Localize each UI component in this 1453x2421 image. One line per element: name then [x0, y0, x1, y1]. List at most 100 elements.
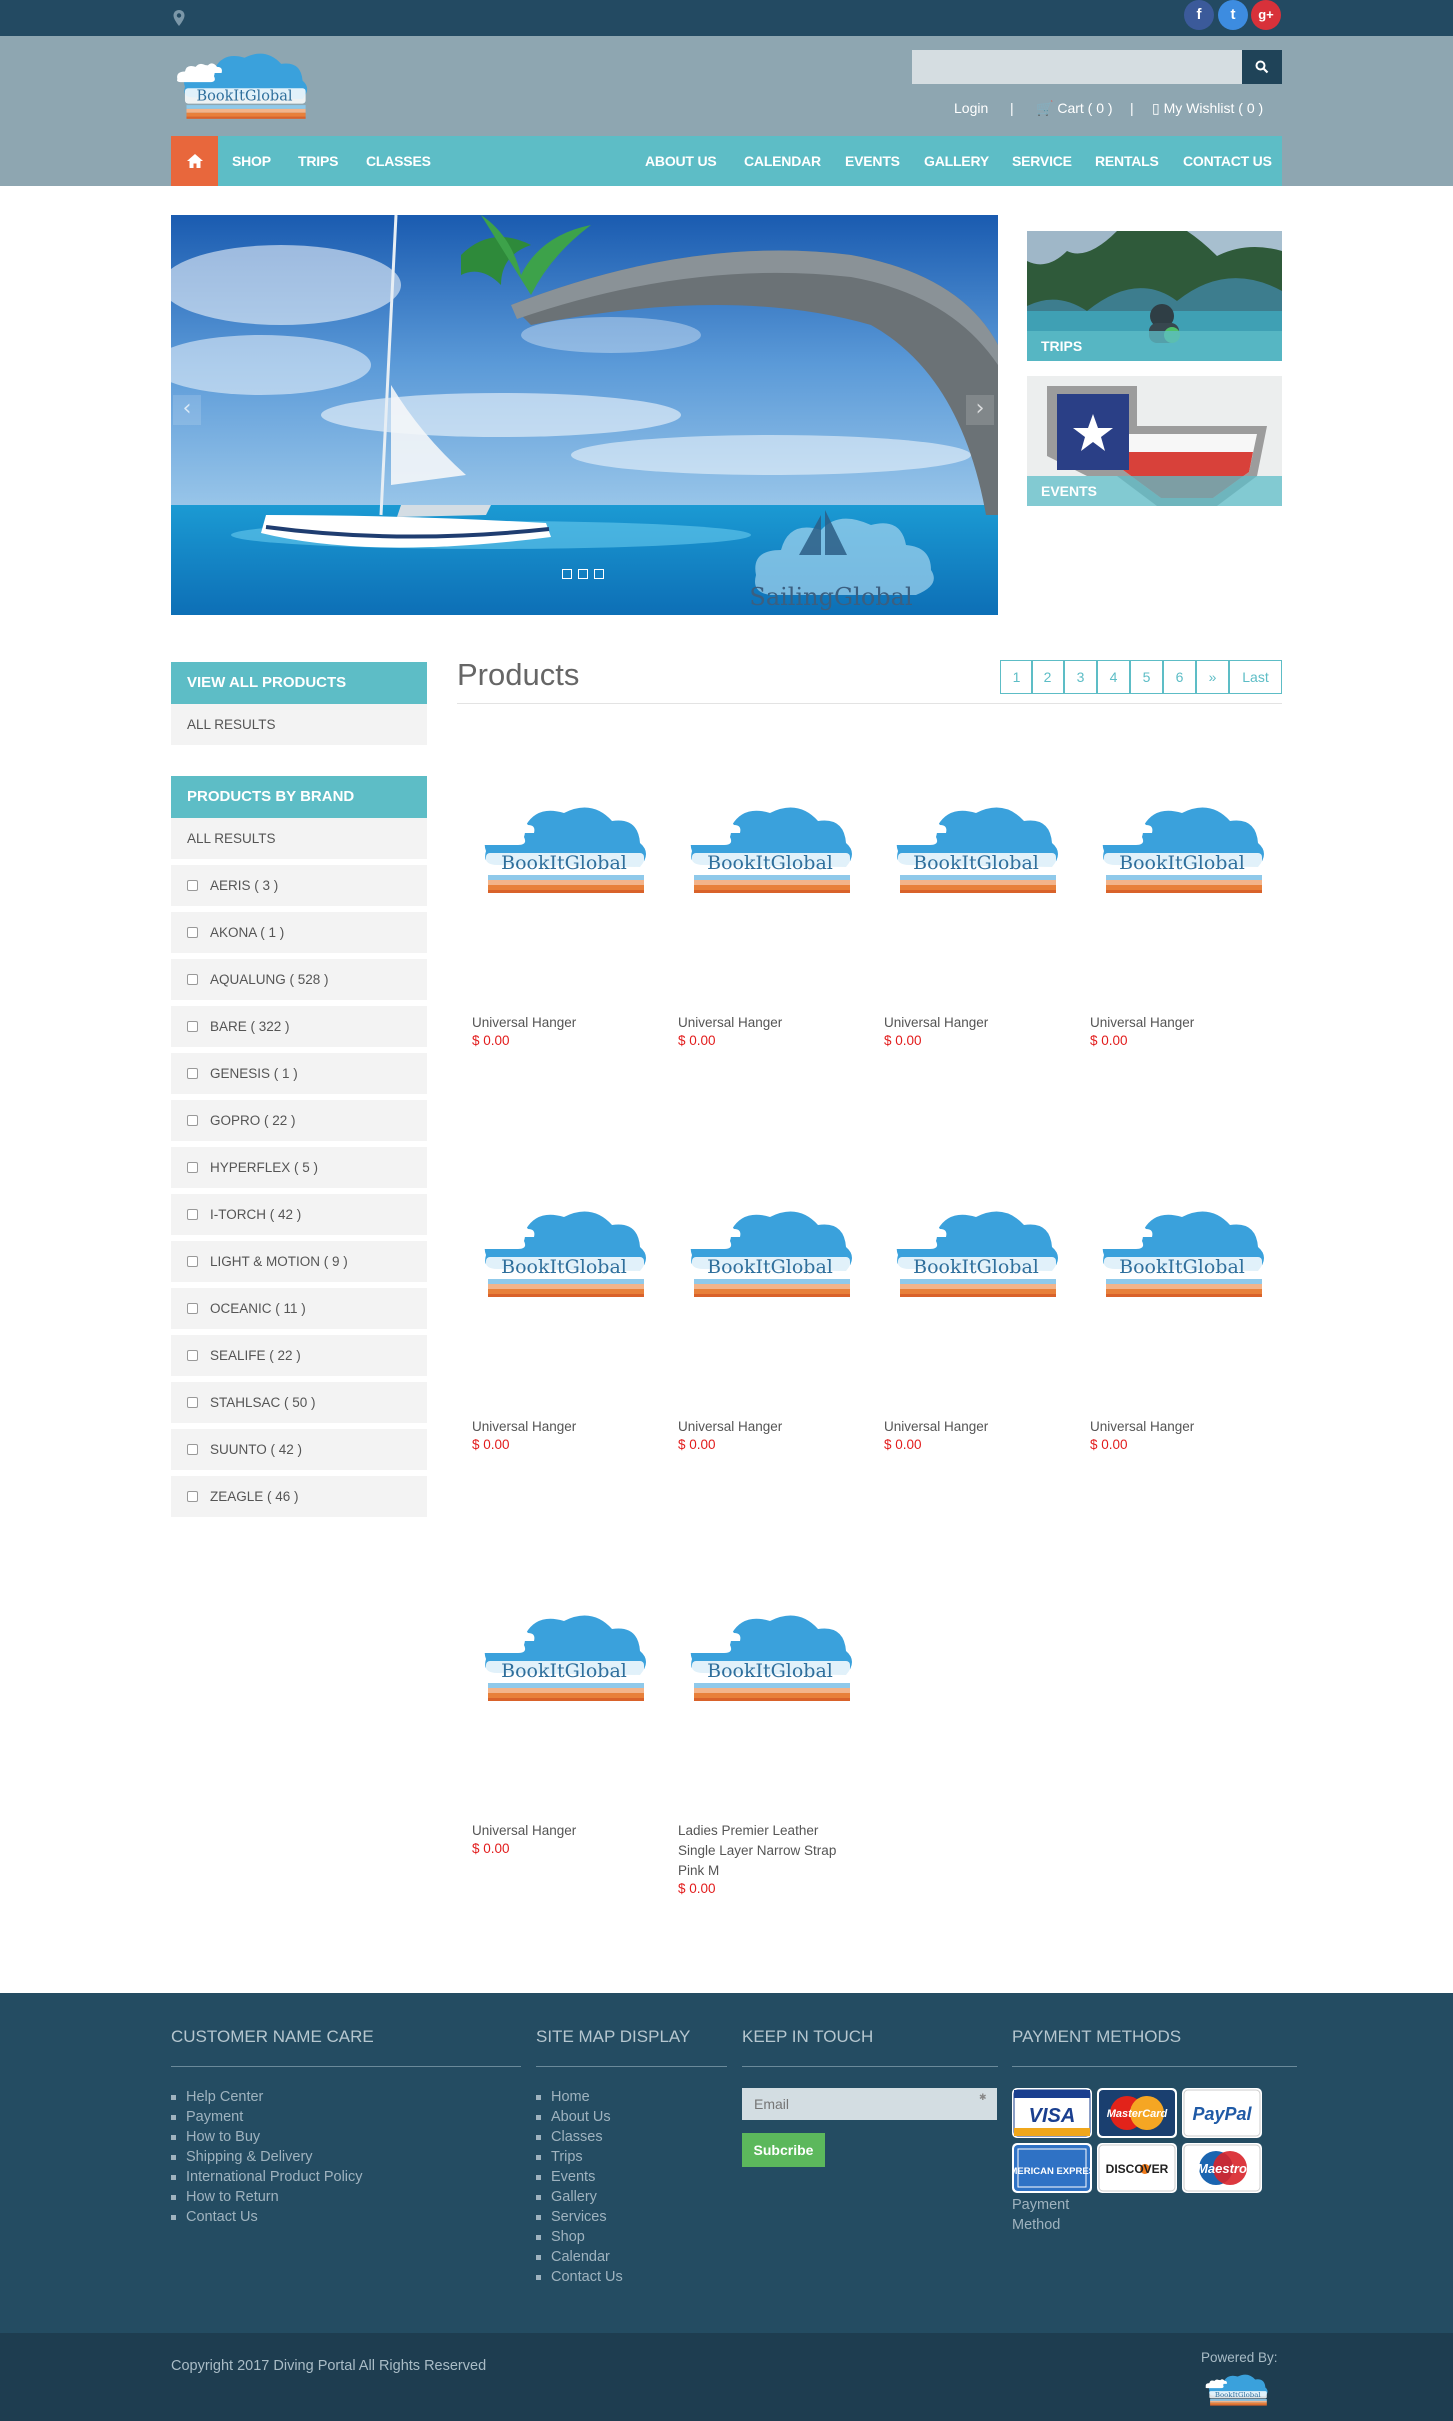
nav-calendar[interactable]: CALENDAR [744, 136, 821, 186]
location-pin-icon[interactable] [172, 9, 186, 27]
nav-gallery[interactable]: GALLERY [924, 136, 989, 186]
product-image[interactable] [472, 1603, 652, 1713]
brand-filter[interactable]: BARE ( 322 ) [171, 1006, 427, 1050]
brand-filter[interactable]: GENESIS ( 1 ) [171, 1053, 427, 1097]
brand-checkbox[interactable] [187, 1020, 198, 1032]
brand-checkbox[interactable] [187, 1208, 198, 1220]
brand-checkbox[interactable] [187, 879, 198, 891]
footer-link[interactable]: Services [536, 2207, 623, 2227]
view-all-products-header[interactable]: VIEW ALL PRODUCTS [171, 662, 427, 704]
footer-link[interactable]: How to Return [171, 2187, 363, 2207]
hero-slider[interactable]: SailingGlobal [171, 215, 998, 615]
pagination-link[interactable]: » [1196, 660, 1229, 694]
footer-link[interactable]: Help Center [171, 2087, 363, 2107]
nav-rentals[interactable]: RENTALS [1095, 136, 1159, 186]
brand-filter[interactable]: LIGHT & MOTION ( 9 ) [171, 1241, 427, 1285]
footer-link[interactable]: Home [536, 2087, 623, 2107]
pagination-link[interactable]: 6 [1163, 660, 1196, 694]
slider-dot[interactable] [594, 569, 604, 579]
product-name[interactable]: Universal Hanger [884, 1013, 1064, 1033]
brand-checkbox[interactable] [187, 1396, 198, 1408]
twitter-icon[interactable]: t [1218, 0, 1248, 30]
slider-prev-button[interactable]: ‹ [173, 395, 201, 425]
brand-checkbox[interactable] [187, 1255, 198, 1267]
brand-checkbox[interactable] [187, 926, 198, 938]
product-name[interactable]: Universal Hanger [884, 1417, 1064, 1437]
brand-filter[interactable]: SEALIFE ( 22 ) [171, 1335, 427, 1379]
brand-filter[interactable]: AKONA ( 1 ) [171, 912, 427, 956]
brand-checkbox[interactable] [187, 1349, 198, 1361]
footer-link[interactable]: Calendar [536, 2247, 623, 2267]
pagination-link[interactable]: 2 [1031, 660, 1064, 694]
product-image[interactable] [678, 795, 858, 905]
nav-service[interactable]: SERVICE [1012, 136, 1072, 186]
nav-events[interactable]: EVENTS [845, 136, 900, 186]
facebook-icon[interactable]: f [1184, 0, 1214, 30]
search-input[interactable] [912, 50, 1242, 84]
brand-checkbox[interactable] [187, 1161, 198, 1173]
footer-link[interactable]: How to Buy [171, 2127, 363, 2147]
brand-checkbox[interactable] [187, 1067, 198, 1079]
nav-shop[interactable]: SHOP [232, 136, 271, 186]
product-image[interactable] [678, 1199, 858, 1309]
cart-link[interactable]: 🛒 Cart ( 0 ) [1036, 100, 1113, 120]
slider-next-button[interactable]: › [966, 395, 994, 425]
brand-checkbox[interactable] [187, 1443, 198, 1455]
brand-filter[interactable]: AQUALUNG ( 528 ) [171, 959, 427, 1003]
footer-link[interactable]: About Us [536, 2107, 623, 2127]
brand-filter[interactable]: GOPRO ( 22 ) [171, 1100, 427, 1144]
pagination-link[interactable]: Last [1229, 660, 1282, 694]
brand-filter[interactable]: HYPERFLEX ( 5 ) [171, 1147, 427, 1191]
footer-link[interactable]: Events [536, 2167, 623, 2187]
powered-by-logo[interactable] [1202, 2370, 1272, 2410]
product-name[interactable]: Universal Hanger [1090, 1013, 1270, 1033]
brand-filter[interactable]: OCEANIC ( 11 ) [171, 1288, 427, 1332]
product-image[interactable] [472, 795, 652, 905]
footer-link[interactable]: Trips [536, 2147, 623, 2167]
nav-trips[interactable]: TRIPS [298, 136, 338, 186]
product-image[interactable] [884, 1199, 1064, 1309]
brand-checkbox[interactable] [187, 1114, 198, 1126]
nav-about-us[interactable]: ABOUT US [645, 136, 717, 186]
footer-link[interactable]: Contact Us [171, 2207, 363, 2227]
brand-checkbox[interactable] [187, 973, 198, 985]
slider-dot[interactable] [562, 569, 572, 579]
view-all-results[interactable]: ALL RESULTS [171, 704, 427, 748]
brand-checkbox[interactable] [187, 1490, 198, 1502]
pagination-link[interactable]: 1 [1000, 660, 1033, 694]
product-name[interactable]: Universal Hanger [678, 1013, 858, 1033]
product-name[interactable]: Universal Hanger [678, 1417, 858, 1437]
pagination-link[interactable]: 4 [1097, 660, 1130, 694]
product-name[interactable]: Universal Hanger [472, 1821, 652, 1841]
email-input[interactable] [742, 2088, 997, 2120]
footer-link[interactable]: Classes [536, 2127, 623, 2147]
product-name[interactable]: Universal Hanger [472, 1417, 652, 1437]
footer-link[interactable]: Gallery [536, 2187, 623, 2207]
product-image[interactable] [884, 795, 1064, 905]
footer-link[interactable]: Shop [536, 2227, 623, 2247]
nav-classes[interactable]: CLASSES [366, 136, 431, 186]
nav-contact-us[interactable]: CONTACT US [1183, 136, 1272, 186]
wishlist-link[interactable]: ▯ My Wishlist ( 0 ) [1152, 100, 1263, 120]
product-name[interactable]: Universal Hanger [472, 1013, 652, 1033]
brand-filter[interactable]: ZEAGLE ( 46 ) [171, 1476, 427, 1520]
pagination-link[interactable]: 5 [1130, 660, 1163, 694]
google-plus-icon[interactable]: g+ [1251, 0, 1281, 30]
product-name[interactable]: Universal Hanger [1090, 1417, 1270, 1437]
site-logo[interactable] [170, 44, 316, 128]
subscribe-button[interactable]: Subcribe [742, 2133, 825, 2167]
slider-dot[interactable] [578, 569, 588, 579]
promo-tile-trips[interactable]: TRIPS [1027, 231, 1282, 361]
product-image[interactable] [1090, 1199, 1270, 1309]
promo-tile-events[interactable]: EVENTS [1027, 376, 1282, 506]
nav-home[interactable] [171, 136, 218, 186]
product-image[interactable] [472, 1199, 652, 1309]
product-image[interactable] [678, 1603, 858, 1713]
search-button[interactable] [1242, 50, 1282, 84]
brand-filter[interactable]: AERIS ( 3 ) [171, 865, 427, 909]
footer-link[interactable]: Contact Us [536, 2267, 623, 2287]
brand-filter[interactable]: SUUNTO ( 42 ) [171, 1429, 427, 1473]
footer-link[interactable]: Payment [171, 2107, 363, 2127]
footer-link[interactable]: Shipping & Delivery [171, 2147, 363, 2167]
pagination-link[interactable]: 3 [1064, 660, 1097, 694]
